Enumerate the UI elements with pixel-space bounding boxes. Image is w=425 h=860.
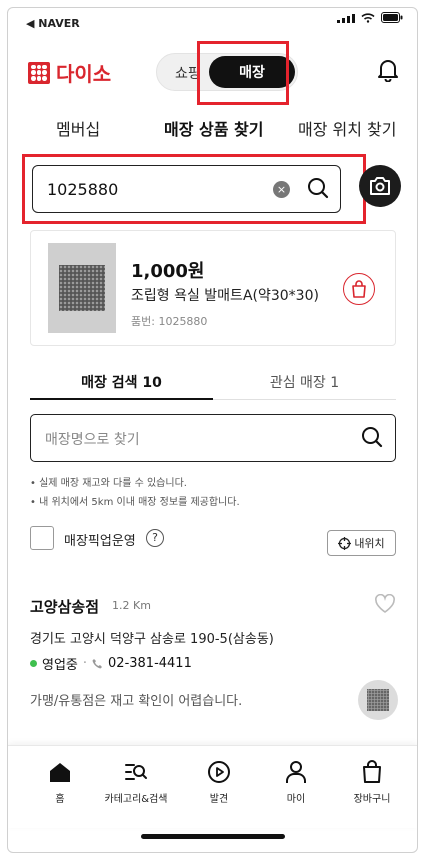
open-status-dot-icon [30, 660, 37, 667]
nav-label: 홈 [55, 794, 65, 805]
store-stock-note: 가맹/유통점은 재고 확인이 어렵습니다. [30, 694, 243, 709]
person-icon [286, 761, 306, 783]
product-image [48, 243, 116, 333]
store-phone[interactable]: 02-381-4411 [108, 656, 192, 671]
heart-icon[interactable] [374, 593, 396, 618]
store-list-item[interactable]: 고양삼송점 1.2 Km 경기도 고양시 덕양구 삼송로 190-5(삼송동) … [30, 588, 398, 738]
app-header: 다이소 쇼핑 매장 [8, 41, 417, 105]
highlight-box-store-toggle [197, 41, 289, 105]
pickup-label[interactable]: 매장픽업운영 [64, 530, 136, 549]
status-bar: ◀ NAVER [8, 8, 417, 38]
store-name-search-input[interactable]: 매장명으로 찾기 [30, 414, 396, 462]
search-value: 1025880 [47, 180, 119, 199]
notice-list: 실제 매장 재고와 다를 수 있습니다. 내 위치에서 5km 이내 매장 정보… [30, 474, 240, 512]
signal-icon [337, 13, 355, 23]
tab-store-search[interactable]: 매장 검색 10 [30, 372, 213, 392]
store-product-thumbnail [358, 680, 398, 720]
store-status: 영업중 [42, 658, 78, 673]
nav-label: 카테고리&검색 [104, 794, 168, 805]
highlight-box-search: 1025880 × [22, 154, 366, 224]
clear-search-icon[interactable]: × [273, 181, 290, 198]
shopping-bag-icon[interactable] [343, 273, 375, 305]
store-address: 경기도 고양시 덕양구 삼송로 190-5(삼송동) [30, 632, 274, 647]
help-icon[interactable]: ? [146, 529, 164, 547]
camera-icon [370, 177, 390, 195]
store-search-placeholder: 매장명으로 찾기 [45, 432, 140, 448]
nav-label: 발견 [209, 794, 229, 805]
category-search-icon [125, 764, 147, 780]
tab-membership[interactable]: 멤버십 [56, 116, 100, 140]
back-to-naver-link[interactable]: ◀ NAVER [26, 17, 80, 30]
pickup-checkbox[interactable] [30, 526, 54, 550]
app-screen: ◀ NAVER 다이소 쇼핑 매장 멤버십 매장 상품 찾기 매장 위치 찾기 … [7, 7, 418, 853]
home-icon [50, 763, 70, 782]
daiso-logo[interactable]: 다이소 [28, 58, 111, 87]
notice-item: 내 위치에서 5km 이내 매장 정보를 제공합니다. [30, 493, 240, 512]
my-location-label: 내위치 [354, 537, 385, 550]
product-code: 품번: 1025880 [131, 315, 208, 328]
notice-item: 실제 매장 재고와 다를 수 있습니다. [30, 474, 240, 493]
store-distance: 1.2 Km [112, 599, 151, 612]
tab-store-location-search[interactable]: 매장 위치 찾기 [298, 116, 397, 140]
status-icons [337, 12, 403, 23]
product-price: 1,000원 [131, 261, 205, 282]
product-card[interactable]: 1,000원 조립형 욕실 발매트A(약30*30) 품번: 1025880 [30, 230, 396, 346]
active-tab-indicator [30, 398, 213, 400]
store-status-row: 영업중 · 02-381-4411 [30, 654, 192, 673]
nav-category-search[interactable]: 카테고리&검색 [98, 758, 174, 805]
cart-bag-icon [363, 760, 381, 783]
tab-favorite-stores[interactable]: 관심 매장 1 [213, 372, 396, 392]
bottom-navigation: 홈 카테고리&검색 발견 마이 장바구니 [8, 745, 417, 828]
nav-home[interactable]: 홈 [22, 758, 98, 805]
logo-text: 다이소 [56, 62, 112, 86]
discover-icon [208, 761, 230, 783]
phone-icon [92, 659, 103, 669]
product-name: 조립형 욕실 발매트A(약30*30) [131, 288, 319, 304]
nav-label: 마이 [286, 794, 306, 805]
home-indicator [141, 834, 285, 839]
my-location-button[interactable]: 내위치 [327, 530, 396, 556]
search-icon[interactable] [307, 177, 329, 203]
tab-store-product-search[interactable]: 매장 상품 찾기 [164, 116, 263, 140]
wifi-icon [361, 12, 375, 23]
daiso-logo-icon [28, 61, 50, 84]
product-search-input[interactable]: 1025880 × [32, 165, 341, 213]
battery-icon [381, 12, 403, 23]
store-sub-tabs: 매장 검색 10 관심 매장 1 [30, 364, 396, 400]
nav-label: 장바구니 [353, 794, 391, 805]
main-tabs: 멤버십 매장 상품 찾기 매장 위치 찾기 [8, 106, 417, 150]
crosshair-icon [338, 536, 352, 550]
camera-search-button[interactable] [359, 165, 401, 207]
store-name: 고양삼송점 [30, 598, 100, 616]
nav-cart[interactable]: 장바구니 [334, 758, 410, 805]
nav-my[interactable]: 마이 [258, 758, 334, 805]
search-icon[interactable] [361, 426, 383, 452]
notification-bell-icon[interactable] [377, 58, 399, 86]
separator: · [82, 656, 88, 671]
nav-discover[interactable]: 발견 [181, 758, 257, 805]
